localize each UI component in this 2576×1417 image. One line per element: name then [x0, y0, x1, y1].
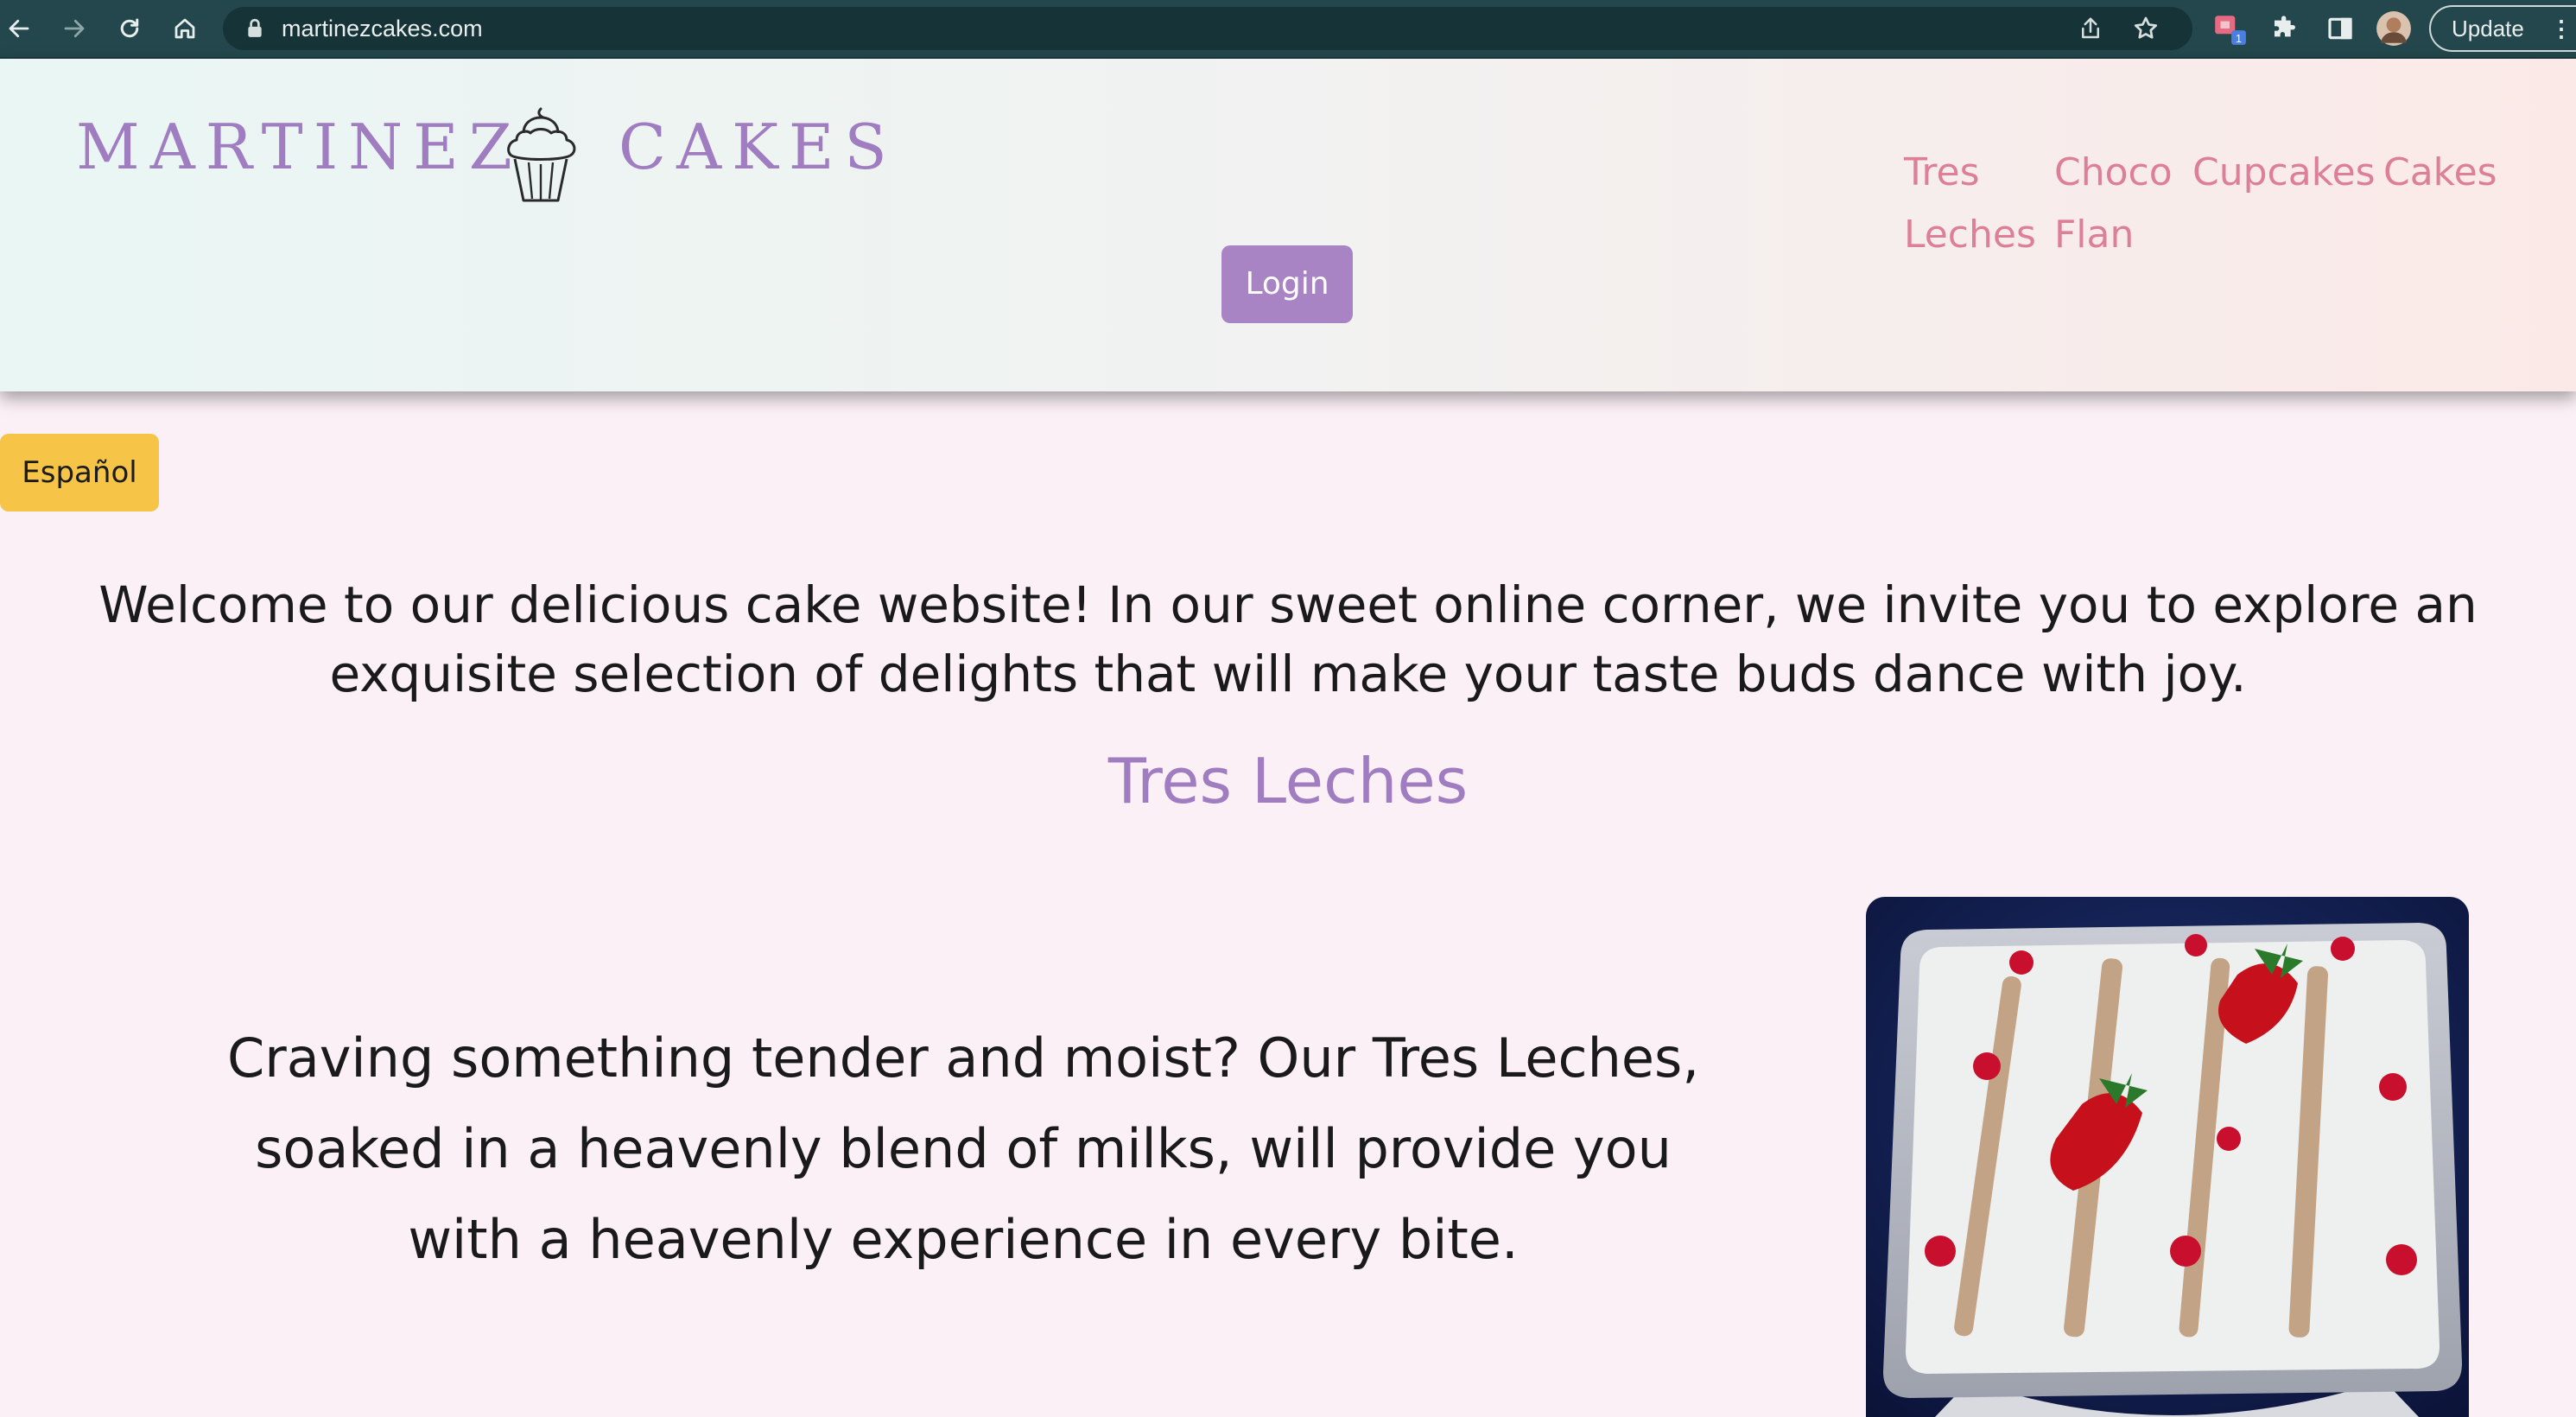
- reload-icon[interactable]: [104, 0, 155, 57]
- login-button[interactable]: Login: [1221, 245, 1353, 323]
- nav-label[interactable]: Cupcakes: [2192, 142, 2376, 204]
- star-icon[interactable]: [2130, 13, 2161, 44]
- cupcake-logo-icon[interactable]: [499, 104, 582, 207]
- extension-icon[interactable]: 1: [2211, 10, 2248, 47]
- update-label: Update: [2452, 16, 2524, 41]
- product-title: Tres Leches: [1107, 745, 1469, 817]
- nav-label-line2[interactable]: Leches: [1904, 204, 2042, 266]
- welcome-text: Welcome to our delicious cake website! I…: [98, 575, 2478, 703]
- lock-icon[interactable]: [245, 18, 264, 39]
- url-text[interactable]: martinezcakes.com: [282, 7, 483, 50]
- product-description: Craving something tender and moist? Our …: [226, 1026, 1700, 1271]
- logo-text-martinez[interactable]: MARTINEZ: [76, 111, 523, 183]
- back-arrow-icon[interactable]: [0, 0, 45, 57]
- sidepanel-icon[interactable]: [2322, 10, 2358, 47]
- address-bar[interactable]: martinezcakes.com: [223, 7, 2192, 50]
- site-header: MARTINEZ CAKES Tres Leches Choco Flan Cu…: [0, 59, 2576, 391]
- nav-label-line2[interactable]: Flan: [2054, 204, 2175, 266]
- avatar[interactable]: [2376, 10, 2412, 47]
- home-icon[interactable]: [159, 0, 211, 57]
- nav-label-line1[interactable]: Choco: [2054, 142, 2175, 204]
- nav-item-cupcakes[interactable]: Cupcakes: [2192, 142, 2376, 204]
- nav-label-line1[interactable]: Tres: [1904, 142, 2042, 204]
- kebab-menu-icon[interactable]: ⋮: [2550, 7, 2573, 50]
- forward-arrow-icon[interactable]: [48, 0, 100, 57]
- update-button[interactable]: Update ⋮: [2429, 5, 2576, 52]
- language-toggle-button[interactable]: Español: [0, 434, 159, 512]
- extension-badge: 1: [2236, 33, 2242, 45]
- puzzle-icon[interactable]: [2267, 10, 2303, 47]
- logo-text-cakes[interactable]: CAKES: [619, 111, 898, 183]
- browser-toolbar: martinezcakes.com 1 Update ⋮: [0, 0, 2576, 59]
- tres-leches-photo: [1866, 897, 2469, 1417]
- nav-item-choco-flan[interactable]: Choco Flan: [2054, 142, 2175, 266]
- share-icon[interactable]: [2075, 13, 2106, 44]
- nav-item-tres-leches[interactable]: Tres Leches: [1904, 142, 2042, 266]
- nav-item-cakes[interactable]: Cakes: [2383, 142, 2504, 204]
- nav-label[interactable]: Cakes: [2383, 142, 2504, 204]
